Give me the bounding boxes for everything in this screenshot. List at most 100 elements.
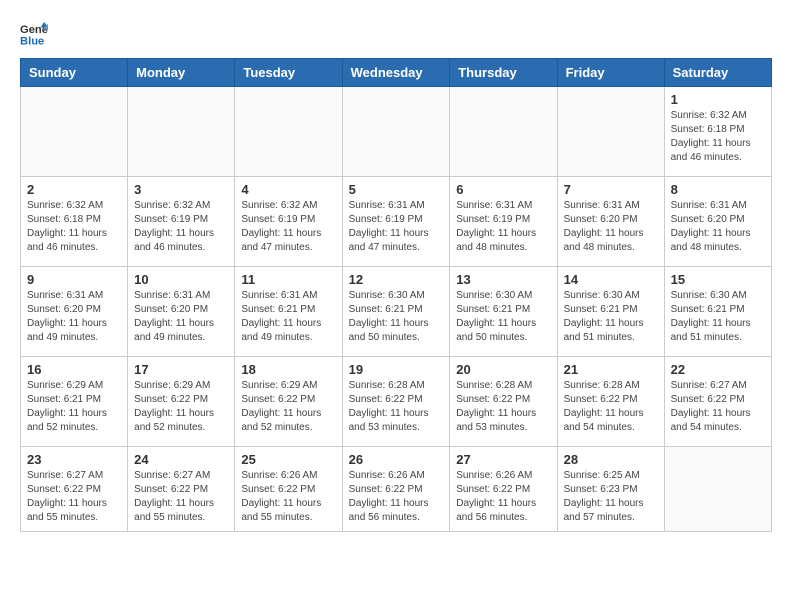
day-number: 28 xyxy=(564,452,658,467)
day-number: 25 xyxy=(241,452,335,467)
weekday-header-row: SundayMondayTuesdayWednesdayThursdayFrid… xyxy=(21,59,772,87)
day-number: 11 xyxy=(241,272,335,287)
calendar-cell xyxy=(342,87,450,177)
calendar-cell xyxy=(21,87,128,177)
calendar-cell: 28 Sunrise: 6:25 AM Sunset: 6:23 PM Dayli… xyxy=(557,447,664,532)
day-info: Sunrise: 6:31 AM Sunset: 6:20 PM Dayligh… xyxy=(671,199,765,255)
day-info: Sunrise: 6:31 AM Sunset: 6:19 PM Dayligh… xyxy=(456,199,550,255)
calendar-cell xyxy=(128,87,235,177)
calendar-cell: 3Sunrise: 6:32 AM Sunset: 6:19 PM Daylig… xyxy=(128,177,235,267)
day-number: 4 xyxy=(241,182,335,197)
day-info: Sunrise: 6:31 AM Sunset: 6:20 PM Dayligh… xyxy=(134,289,228,345)
day-info: Sunrise: 6:29 AM Sunset: 6:22 PM Dayligh… xyxy=(134,379,228,435)
day-info: Sunrise: 6:29 AM Sunset: 6:22 PM Dayligh… xyxy=(241,379,335,435)
calendar-table: SundayMondayTuesdayWednesdayThursdayFrid… xyxy=(20,58,772,532)
day-number: 5 xyxy=(349,182,444,197)
calendar-cell: 21 Sunrise: 6:28 AM Sunset: 6:22 PM Dayli… xyxy=(557,357,664,447)
day-number: 14 xyxy=(564,272,658,287)
day-info: Sunrise: 6:31 AM Sunset: 6:20 PM Dayligh… xyxy=(27,289,121,345)
logo: General Blue xyxy=(20,20,52,48)
calendar-cell: 26 Sunrise: 6:26 AM Sunset: 6:22 PM Dayli… xyxy=(342,447,450,532)
day-info: Sunrise: 6:32 AM Sunset: 6:18 PM Dayligh… xyxy=(671,109,765,165)
day-number: 2 xyxy=(27,182,121,197)
calendar-cell: 27 Sunrise: 6:26 AM Sunset: 6:22 PM Dayli… xyxy=(450,447,557,532)
day-number: 6 xyxy=(456,182,550,197)
day-info: Sunrise: 6:32 AM Sunset: 6:18 PM Dayligh… xyxy=(27,199,121,255)
calendar-cell: 6 Sunrise: 6:31 AM Sunset: 6:19 PM Daylig… xyxy=(450,177,557,267)
weekday-header-monday: Monday xyxy=(128,59,235,87)
day-number: 18 xyxy=(241,362,335,377)
calendar-cell: 23 Sunrise: 6:27 AM Sunset: 6:22 PM Dayli… xyxy=(21,447,128,532)
day-info: Sunrise: 6:27 AM Sunset: 6:22 PM Dayligh… xyxy=(27,469,121,525)
calendar-cell: 8 Sunrise: 6:31 AM Sunset: 6:20 PM Daylig… xyxy=(664,177,771,267)
calendar-cell: 19 Sunrise: 6:28 AM Sunset: 6:22 PM Dayli… xyxy=(342,357,450,447)
day-info: Sunrise: 6:31 AM Sunset: 6:20 PM Dayligh… xyxy=(564,199,658,255)
day-info: Sunrise: 6:30 AM Sunset: 6:21 PM Dayligh… xyxy=(671,289,765,345)
day-number: 21 xyxy=(564,362,658,377)
day-info: Sunrise: 6:25 AM Sunset: 6:23 PM Dayligh… xyxy=(564,469,658,525)
day-info: Sunrise: 6:32 AM Sunset: 6:19 PM Dayligh… xyxy=(134,199,228,255)
day-number: 15 xyxy=(671,272,765,287)
day-info: Sunrise: 6:30 AM Sunset: 6:21 PM Dayligh… xyxy=(349,289,444,345)
day-info: Sunrise: 6:27 AM Sunset: 6:22 PM Dayligh… xyxy=(671,379,765,435)
calendar-cell: 18 Sunrise: 6:29 AM Sunset: 6:22 PM Dayli… xyxy=(235,357,342,447)
calendar-cell: 16 Sunrise: 6:29 AM Sunset: 6:21 PM Dayli… xyxy=(21,357,128,447)
day-number: 8 xyxy=(671,182,765,197)
day-number: 24 xyxy=(134,452,228,467)
day-number: 1 xyxy=(671,92,765,107)
calendar-week-4: 16 Sunrise: 6:29 AM Sunset: 6:21 PM Dayli… xyxy=(21,357,772,447)
day-number: 20 xyxy=(456,362,550,377)
day-info: Sunrise: 6:28 AM Sunset: 6:22 PM Dayligh… xyxy=(564,379,658,435)
day-number: 23 xyxy=(27,452,121,467)
day-number: 19 xyxy=(349,362,444,377)
calendar-cell: 17 Sunrise: 6:29 AM Sunset: 6:22 PM Dayli… xyxy=(128,357,235,447)
day-info: Sunrise: 6:32 AM Sunset: 6:19 PM Dayligh… xyxy=(241,199,335,255)
calendar-week-3: 9 Sunrise: 6:31 AM Sunset: 6:20 PM Daylig… xyxy=(21,267,772,357)
calendar-cell xyxy=(235,87,342,177)
calendar-cell: 22 Sunrise: 6:27 AM Sunset: 6:22 PM Dayli… xyxy=(664,357,771,447)
calendar-cell: 24Sunrise: 6:27 AM Sunset: 6:22 PM Dayli… xyxy=(128,447,235,532)
weekday-header-saturday: Saturday xyxy=(664,59,771,87)
calendar-cell xyxy=(557,87,664,177)
day-number: 10 xyxy=(134,272,228,287)
day-number: 12 xyxy=(349,272,444,287)
day-number: 26 xyxy=(349,452,444,467)
day-info: Sunrise: 6:29 AM Sunset: 6:21 PM Dayligh… xyxy=(27,379,121,435)
calendar-week-2: 2 Sunrise: 6:32 AM Sunset: 6:18 PM Daylig… xyxy=(21,177,772,267)
day-number: 17 xyxy=(134,362,228,377)
calendar-cell: 20 Sunrise: 6:28 AM Sunset: 6:22 PM Dayli… xyxy=(450,357,557,447)
calendar-cell: 10 Sunrise: 6:31 AM Sunset: 6:20 PM Dayli… xyxy=(128,267,235,357)
calendar-cell: 4 Sunrise: 6:32 AM Sunset: 6:19 PM Daylig… xyxy=(235,177,342,267)
calendar-cell: 7 Sunrise: 6:31 AM Sunset: 6:20 PM Daylig… xyxy=(557,177,664,267)
day-info: Sunrise: 6:26 AM Sunset: 6:22 PM Dayligh… xyxy=(349,469,444,525)
calendar-cell: 2 Sunrise: 6:32 AM Sunset: 6:18 PM Daylig… xyxy=(21,177,128,267)
page-header: General Blue xyxy=(20,20,772,48)
svg-text:Blue: Blue xyxy=(20,35,44,47)
day-info: Sunrise: 6:26 AM Sunset: 6:22 PM Dayligh… xyxy=(456,469,550,525)
day-number: 27 xyxy=(456,452,550,467)
day-info: Sunrise: 6:30 AM Sunset: 6:21 PM Dayligh… xyxy=(564,289,658,345)
calendar-cell: 13Sunrise: 6:30 AM Sunset: 6:21 PM Dayli… xyxy=(450,267,557,357)
day-number: 22 xyxy=(671,362,765,377)
weekday-header-tuesday: Tuesday xyxy=(235,59,342,87)
calendar-cell: 25 Sunrise: 6:26 AM Sunset: 6:22 PM Dayli… xyxy=(235,447,342,532)
calendar-cell: 14 Sunrise: 6:30 AM Sunset: 6:21 PM Dayli… xyxy=(557,267,664,357)
weekday-header-wednesday: Wednesday xyxy=(342,59,450,87)
calendar-cell xyxy=(664,447,771,532)
day-number: 7 xyxy=(564,182,658,197)
day-info: Sunrise: 6:30 AM Sunset: 6:21 PM Dayligh… xyxy=(456,289,550,345)
day-info: Sunrise: 6:26 AM Sunset: 6:22 PM Dayligh… xyxy=(241,469,335,525)
weekday-header-sunday: Sunday xyxy=(21,59,128,87)
day-number: 16 xyxy=(27,362,121,377)
logo-icon: General Blue xyxy=(20,20,48,48)
day-number: 9 xyxy=(27,272,121,287)
calendar-cell: 1 Sunrise: 6:32 AM Sunset: 6:18 PM Daylig… xyxy=(664,87,771,177)
day-info: Sunrise: 6:28 AM Sunset: 6:22 PM Dayligh… xyxy=(456,379,550,435)
calendar-cell: 11Sunrise: 6:31 AM Sunset: 6:21 PM Dayli… xyxy=(235,267,342,357)
day-info: Sunrise: 6:28 AM Sunset: 6:22 PM Dayligh… xyxy=(349,379,444,435)
calendar-cell: 5 Sunrise: 6:31 AM Sunset: 6:19 PM Daylig… xyxy=(342,177,450,267)
day-info: Sunrise: 6:31 AM Sunset: 6:19 PM Dayligh… xyxy=(349,199,444,255)
weekday-header-friday: Friday xyxy=(557,59,664,87)
calendar-week-1: 1 Sunrise: 6:32 AM Sunset: 6:18 PM Daylig… xyxy=(21,87,772,177)
calendar-cell xyxy=(450,87,557,177)
